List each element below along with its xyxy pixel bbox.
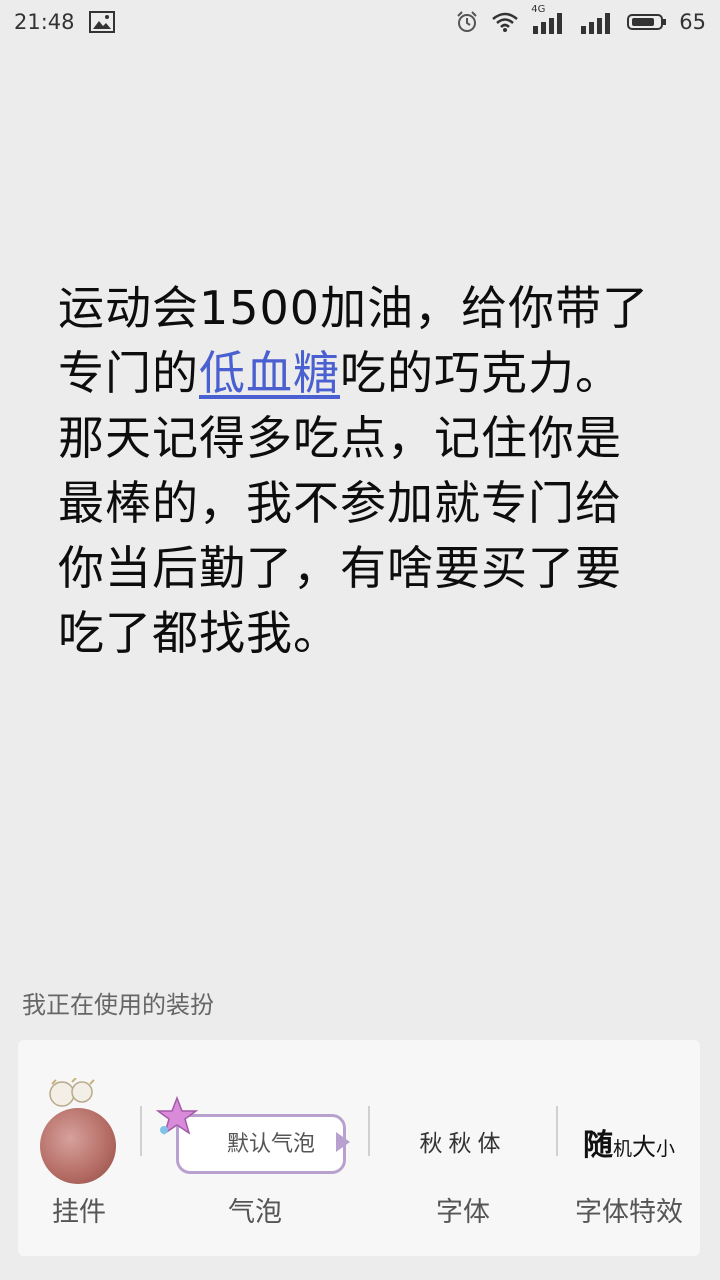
- battery-icon: [627, 12, 667, 32]
- message-text: 运动会1500加油，给你带了专门的低血糖吃的巧克力。那天记得多吃点，记住你是最棒…: [58, 276, 658, 666]
- status-bar: 21:48 4G 65: [0, 0, 720, 44]
- effect-char: 机: [612, 1138, 632, 1160]
- signal-icon-secondary: [579, 10, 615, 34]
- font-preview-text: 秋秋体: [419, 1131, 507, 1157]
- dress-up-panel: 挂件 默认气泡 气泡 秋秋体 字体 随机大小 字体特效: [18, 1040, 700, 1256]
- dress-item-label: 挂件: [52, 1197, 106, 1228]
- wifi-icon: [491, 11, 519, 33]
- dress-item-pendant[interactable]: 挂件: [18, 1040, 140, 1256]
- dress-up-section-title: 我正在使用的装扮: [22, 991, 214, 1019]
- dress-item-font[interactable]: 秋秋体 字体: [370, 1040, 556, 1256]
- avatar: [40, 1108, 116, 1184]
- network-type-label: 4G: [531, 4, 546, 15]
- dress-item-label: 气泡: [228, 1197, 282, 1228]
- message-preview-area: 运动会1500加油，给你带了专门的低血糖吃的巧克力。那天记得多吃点，记住你是最棒…: [0, 44, 720, 964]
- dress-item-bubble[interactable]: 默认气泡 气泡: [142, 1040, 368, 1256]
- effect-char: 小: [656, 1138, 676, 1160]
- effect-char: 随: [582, 1128, 613, 1163]
- clock: 21:48: [14, 10, 75, 34]
- battery-level: 65: [679, 10, 706, 34]
- bubble-preview-text: 默认气泡: [226, 1132, 315, 1157]
- message-link[interactable]: 低血糖: [199, 346, 340, 400]
- signal-icon: 4G: [531, 4, 567, 34]
- star-icon: [154, 1095, 200, 1140]
- alarm-icon: [455, 10, 479, 34]
- status-right: 4G 65: [455, 4, 706, 34]
- status-left: 21:48: [14, 10, 115, 34]
- dress-item-label: 字体特效: [575, 1197, 683, 1228]
- font-effect-preview: 随机大小: [558, 1120, 700, 1164]
- effect-char: 大: [632, 1133, 656, 1161]
- image-icon: [88, 11, 115, 33]
- dress-item-font-effect[interactable]: 随机大小 字体特效: [558, 1040, 700, 1256]
- dress-item-label: 字体: [436, 1197, 490, 1228]
